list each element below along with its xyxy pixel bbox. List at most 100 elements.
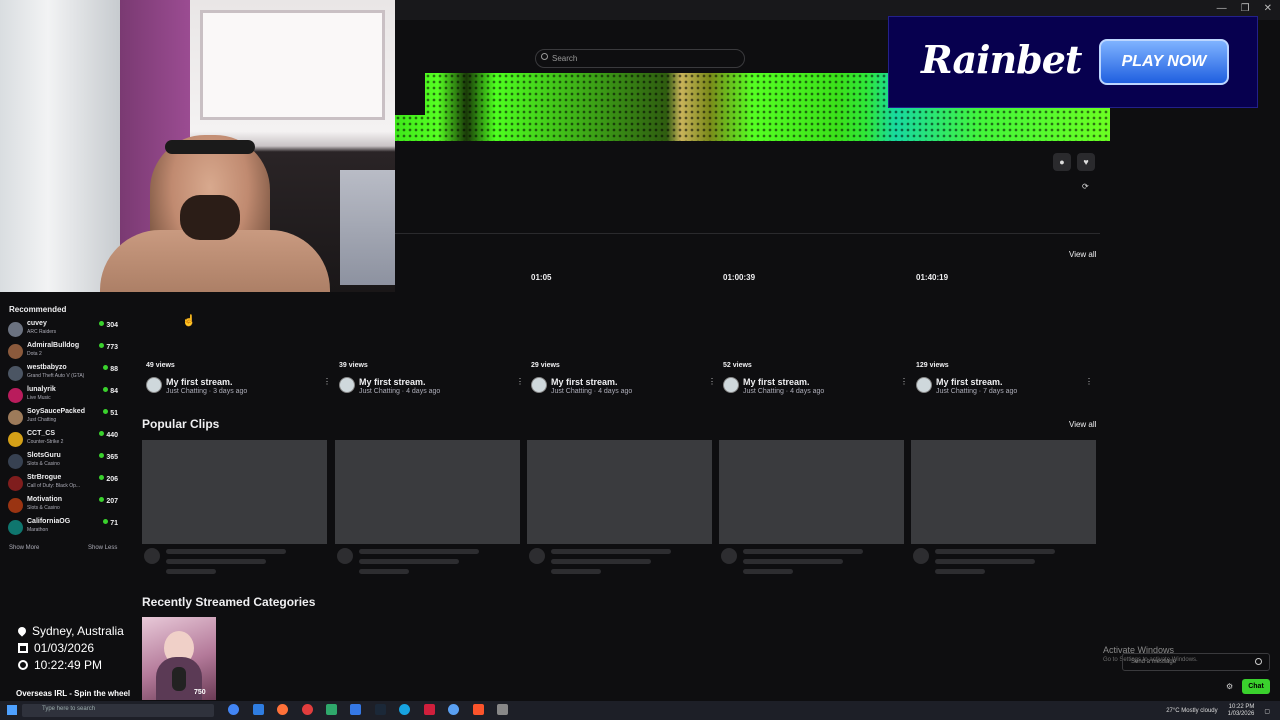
sidebar-channel[interactable]: westbabyzo Grand Theft Auto V (GTA) 88: [8, 364, 120, 386]
sidebar-channel[interactable]: lunalyrik Live Music 84: [8, 386, 120, 408]
channel-name: Motivation: [27, 496, 62, 503]
settings-gear-icon[interactable]: ⚙: [1226, 682, 1233, 691]
channel-game: Dota 2: [27, 351, 42, 357]
chrome-icon[interactable]: [228, 704, 239, 715]
clip-card-placeholder[interactable]: [527, 440, 712, 574]
app-icon[interactable]: [448, 704, 459, 715]
app-icon[interactable]: [326, 704, 337, 715]
taskbar-search-input[interactable]: Type here to search: [22, 704, 214, 717]
edge-icon[interactable]: [253, 704, 264, 715]
video-title[interactable]: My first stream.: [166, 377, 319, 387]
share-icon[interactable]: ⟳: [1082, 182, 1089, 191]
video-title[interactable]: My first stream.: [936, 377, 1081, 387]
channel-game: Call of Duty: Black Op...: [27, 483, 81, 489]
firefox-icon[interactable]: [277, 704, 288, 715]
video-category[interactable]: Just Chatting · 4 days ago: [551, 388, 704, 395]
show-less-link[interactable]: Show Less: [88, 545, 117, 551]
video-card[interactable]: 52 views My first stream. Just Chatting …: [723, 362, 908, 395]
heart-icon[interactable]: ♥: [1077, 153, 1095, 171]
sidebar-channel[interactable]: SoySaucePacked Just Chatting 51: [8, 408, 120, 430]
steam-icon[interactable]: [375, 704, 386, 715]
more-options-icon[interactable]: ⋮: [1085, 377, 1093, 386]
video-card[interactable]: 29 views My first stream. Just Chatting …: [531, 362, 716, 395]
video-card[interactable]: 39 views My first stream. Just Chatting …: [339, 362, 524, 395]
play-now-button[interactable]: PLAY NOW: [1099, 39, 1229, 85]
brave-icon[interactable]: [473, 704, 484, 715]
video-title[interactable]: My first stream.: [551, 377, 704, 387]
minimize-icon[interactable]: —: [1217, 3, 1227, 14]
viewer-count: 51: [103, 409, 118, 417]
search-icon: [541, 53, 548, 60]
video-category[interactable]: Just Chatting · 4 days ago: [743, 388, 896, 395]
clip-card-placeholder[interactable]: [335, 440, 520, 574]
channel-game: Just Chatting: [27, 417, 57, 423]
app-icon[interactable]: [424, 704, 435, 715]
avatar: [8, 322, 23, 337]
recent-categories-heading: Recently Streamed Categories: [142, 595, 316, 609]
avatar[interactable]: [723, 377, 739, 393]
more-options-icon[interactable]: ⋮: [900, 377, 908, 386]
rainbet-ad[interactable]: Rainbet PLAY NOW: [888, 16, 1258, 108]
viewer-count: 440: [99, 431, 118, 439]
chat-message-input[interactable]: Send a message: [1122, 653, 1270, 671]
more-options-icon[interactable]: ⋮: [708, 377, 716, 386]
windows-start-icon[interactable]: [7, 705, 17, 715]
app-icon[interactable]: [350, 704, 361, 715]
video-card[interactable]: 49 views My first stream. Just Chatting …: [146, 362, 331, 395]
avatar: [8, 520, 23, 535]
sidebar-channel[interactable]: cuvey ARC Raiders 304: [8, 320, 120, 342]
overlay-banner-text: Overseas IRL - Spin the wheel: [16, 689, 131, 698]
channel-game: Live Music: [27, 395, 51, 401]
sidebar-channel[interactable]: CCT_CS Counter-Strike 2 440: [8, 430, 120, 452]
video-category[interactable]: Just Chatting · 3 days ago: [166, 388, 319, 395]
taskbar-clock[interactable]: 10:22 PM 1/03/2026: [1228, 704, 1255, 718]
video-category[interactable]: Just Chatting · 4 days ago: [359, 388, 512, 395]
notification-icon[interactable]: ▢: [1264, 708, 1270, 715]
clip-card-placeholder[interactable]: [142, 440, 327, 574]
videos-view-all-link[interactable]: View all: [1069, 250, 1096, 259]
channel-name: CCT_CS: [27, 430, 56, 437]
clip-card-placeholder[interactable]: [719, 440, 904, 574]
channel-name: SlotsGuru: [27, 452, 61, 459]
video-category[interactable]: Just Chatting · 7 days ago: [936, 388, 1081, 395]
category-card-just-chatting[interactable]: 750: [142, 617, 216, 700]
chat-send-button[interactable]: Chat: [1242, 679, 1270, 694]
obs-icon[interactable]: [302, 704, 313, 715]
video-duration: 01:05: [531, 273, 552, 282]
emote-icon[interactable]: [1255, 658, 1262, 665]
clips-view-all-link[interactable]: View all: [1069, 420, 1096, 429]
avatar[interactable]: [916, 377, 932, 393]
avatar: [8, 366, 23, 381]
category-viewers: 750: [194, 689, 206, 696]
channel-name: AdmiralBulldog: [27, 342, 80, 349]
sidebar-channel[interactable]: StrBrogue Call of Duty: Black Op... 206: [8, 474, 120, 496]
clip-card-placeholder[interactable]: [911, 440, 1096, 574]
avatar[interactable]: [146, 377, 162, 393]
show-more-link[interactable]: Show More: [9, 545, 39, 551]
sidebar-channel[interactable]: CaliforniaOG Marathon 71: [8, 518, 120, 540]
avatar: [8, 454, 23, 469]
video-card[interactable]: 129 views My first stream. Just Chatting…: [916, 362, 1093, 395]
search-input[interactable]: Search: [535, 49, 745, 68]
app-icon[interactable]: [399, 704, 410, 715]
sidebar-channel[interactable]: AdmiralBulldog Dota 2 773: [8, 342, 120, 364]
sidebar-channel[interactable]: Motivation Slots & Casino 207: [8, 496, 120, 518]
restore-icon[interactable]: ❐: [1241, 3, 1250, 14]
app-icon[interactable]: [497, 704, 508, 715]
more-options-icon[interactable]: ⋮: [323, 377, 331, 386]
video-title[interactable]: My first stream.: [743, 377, 896, 387]
avatar: [8, 476, 23, 491]
more-options-icon[interactable]: ⋮: [516, 377, 524, 386]
channel-game: Slots & Casino: [27, 505, 60, 511]
close-icon[interactable]: ✕: [1264, 3, 1272, 14]
avatar[interactable]: [531, 377, 547, 393]
ad-logo: Rainbet: [921, 37, 1082, 82]
popular-clips-heading: Popular Clips: [142, 417, 220, 431]
video-views: 52 views: [723, 362, 752, 369]
sidebar-channel[interactable]: SlotsGuru Slots & Casino 365: [8, 452, 120, 474]
bell-icon[interactable]: ●: [1053, 153, 1071, 171]
weather-text[interactable]: 27°C Mostly cloudy: [1166, 708, 1217, 714]
avatar[interactable]: [339, 377, 355, 393]
video-title[interactable]: My first stream.: [359, 377, 512, 387]
viewer-count: 365: [99, 453, 118, 461]
